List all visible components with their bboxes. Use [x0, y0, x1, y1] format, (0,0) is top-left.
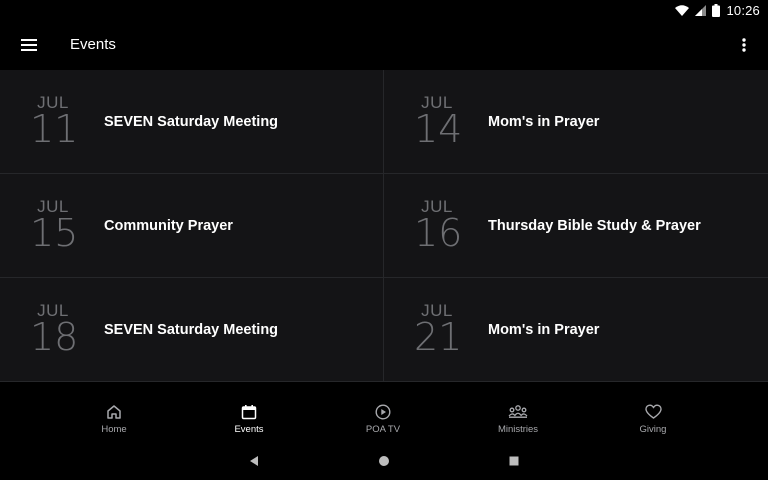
nav-label: POA TV [365, 424, 401, 435]
event-title: Thursday Bible Study & Prayer [488, 218, 701, 234]
system-recents-button[interactable] [506, 453, 522, 469]
event-card[interactable]: JUL 11 SEVEN Saturday Meeting [0, 70, 384, 174]
people-group-icon [508, 405, 528, 418]
cell-signal-icon [695, 4, 707, 16]
nav-tab-ministries[interactable]: Ministries [468, 382, 568, 442]
overflow-menu-button[interactable] [734, 32, 754, 58]
wifi-icon [675, 4, 690, 16]
event-day: 11 [30, 107, 79, 151]
nav-tab-home[interactable]: Home [64, 382, 164, 442]
page-title: Events [70, 36, 116, 53]
home-circle-icon [379, 456, 389, 466]
back-triangle-icon [250, 456, 258, 466]
event-title: Mom's in Prayer [488, 322, 600, 338]
clock: 10:26 [726, 2, 760, 18]
event-day: 14 [414, 107, 463, 151]
menu-button[interactable] [16, 32, 42, 58]
event-title: Community Prayer [104, 218, 233, 234]
event-title: SEVEN Saturday Meeting [104, 322, 279, 338]
nav-tab-events[interactable]: Events [199, 382, 299, 442]
event-date: JUL 16 [414, 198, 463, 255]
heart-icon [644, 404, 662, 419]
event-card[interactable]: JUL 16 Thursday Bible Study & Prayer [384, 174, 768, 278]
home-icon [107, 405, 121, 419]
event-day: 21 [414, 315, 463, 359]
event-day: 15 [30, 211, 79, 255]
play-circle-icon [375, 404, 391, 420]
events-list: JUL 11 SEVEN Saturday Meeting JUL 14 Mom… [0, 70, 768, 382]
system-navigation-bar [0, 442, 768, 480]
event-title: Mom's in Prayer [488, 114, 600, 130]
event-card[interactable]: JUL 14 Mom's in Prayer [384, 70, 768, 174]
system-home-button[interactable] [376, 453, 392, 469]
hamburger-menu-icon [21, 39, 37, 51]
event-date: JUL 14 [414, 94, 463, 151]
event-day: 18 [30, 315, 79, 359]
event-day: 16 [414, 211, 463, 255]
nav-label: Giving [639, 424, 667, 435]
event-date: JUL 15 [30, 198, 79, 255]
battery-icon [712, 3, 721, 17]
event-card[interactable]: JUL 15 Community Prayer [0, 174, 384, 278]
nav-label: Home [101, 424, 127, 435]
nav-tab-poa-tv[interactable]: POA TV [333, 382, 433, 442]
bottom-navigation: Home Events POA TV Ministries Giving [0, 382, 768, 442]
status-bar: 10:26 [0, 0, 768, 20]
event-card[interactable]: JUL 18 SEVEN Saturday Meeting [0, 278, 384, 382]
event-date: JUL 18 [30, 302, 79, 359]
nav-tab-giving[interactable]: Giving [603, 382, 703, 442]
nav-label: Ministries [497, 424, 539, 435]
event-card[interactable]: JUL 21 Mom's in Prayer [384, 278, 768, 382]
event-title: SEVEN Saturday Meeting [104, 114, 279, 130]
event-date: JUL 21 [414, 302, 463, 359]
more-vertical-icon [742, 38, 746, 52]
app-bar: Events [0, 20, 768, 70]
nav-label: Events [234, 424, 264, 435]
recents-square-icon [509, 456, 519, 466]
event-date: JUL 11 [30, 94, 79, 151]
system-back-button[interactable] [246, 453, 262, 469]
calendar-icon [241, 405, 257, 420]
